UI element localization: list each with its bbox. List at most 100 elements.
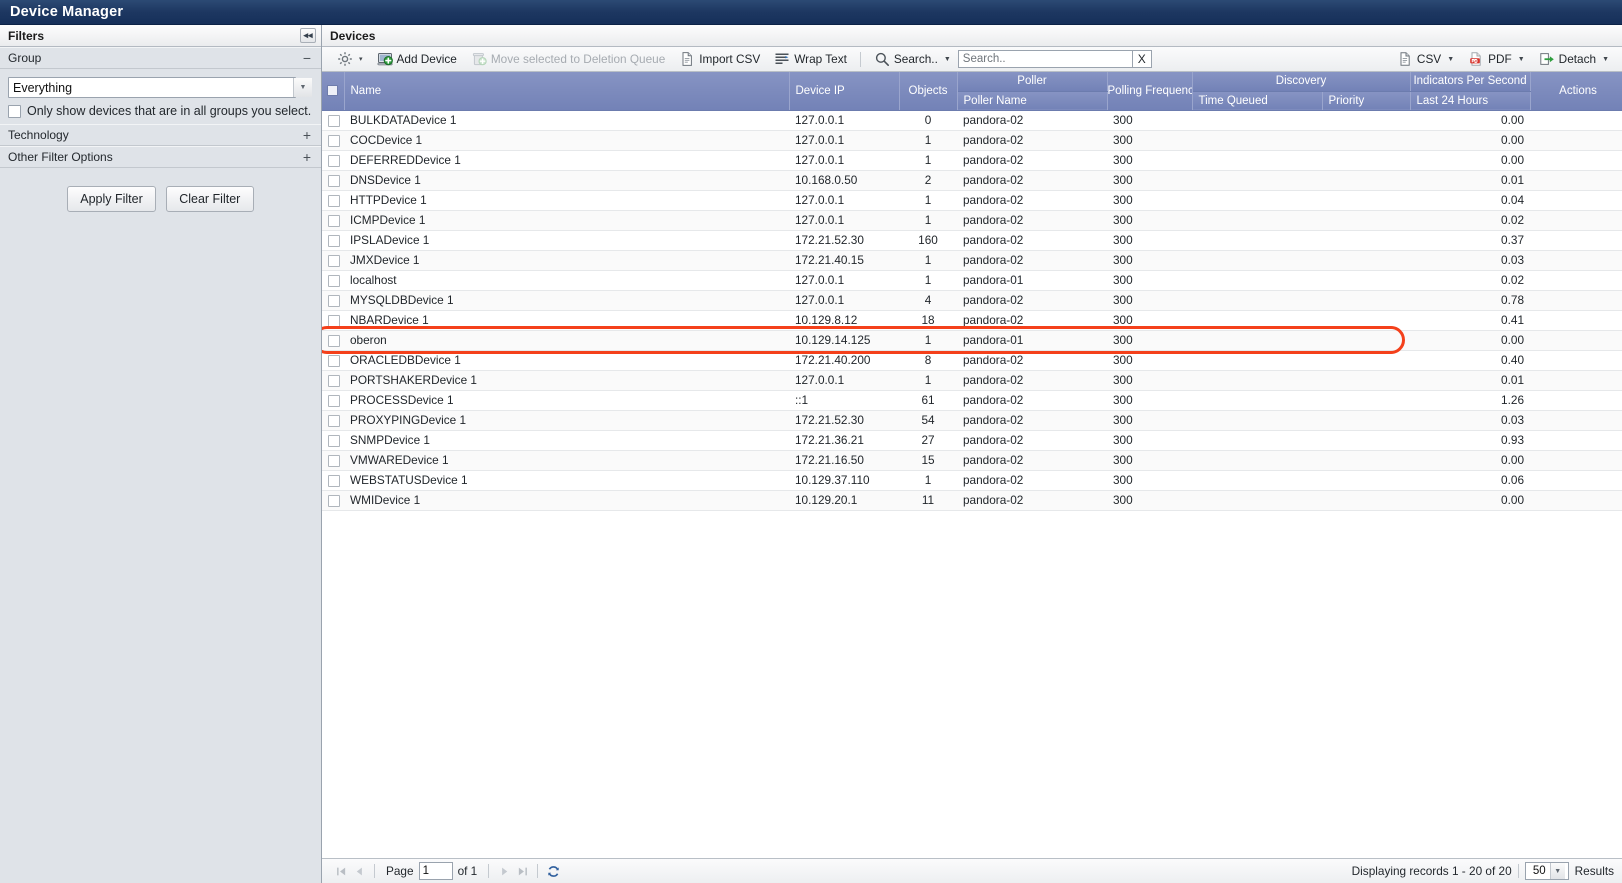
collapse-left-icon[interactable]: ◂◂ (300, 28, 316, 43)
table-row[interactable]: ORACLEDBDevice 1 172.21.40.200 8 pandora-02… (322, 350, 1622, 371)
table-row[interactable]: ICMPDevice 1 127.0.0.1 1 pandora-02 300 0.02 (322, 210, 1622, 231)
row-select-cell[interactable] (322, 170, 344, 191)
col-header-last-24-hours[interactable]: Last 24 Hours (1410, 91, 1531, 111)
row-checkbox[interactable] (328, 494, 340, 507)
table-row[interactable]: IPSLADevice 1 172.21.52.30 160 pandora-02 30… (322, 230, 1622, 251)
row-checkbox[interactable] (328, 134, 340, 147)
row-select-cell[interactable] (322, 330, 344, 351)
table-row[interactable]: MYSQLDBDevice 1 127.0.0.1 4 pandora-02 300 0.… (322, 290, 1622, 311)
row-select-cell[interactable] (322, 190, 344, 211)
row-checkbox[interactable] (328, 234, 340, 247)
first-page-button[interactable] (332, 862, 350, 880)
table-row[interactable]: NBARDevice 1 10.129.8.12 18 pandora-02 300 0.… (322, 310, 1622, 331)
table-row[interactable]: COCDevice 1 127.0.0.1 1 pandora-02 300 0.00 (322, 130, 1622, 151)
row-checkbox[interactable] (328, 414, 340, 427)
row-checkbox[interactable] (328, 254, 340, 267)
row-checkbox[interactable] (328, 314, 340, 327)
row-checkbox[interactable] (328, 154, 340, 167)
col-header-polling-frequency[interactable]: Polling Frequency (1107, 72, 1193, 111)
row-select-cell[interactable] (322, 450, 344, 471)
next-page-button[interactable] (495, 862, 513, 880)
row-select-cell[interactable] (322, 230, 344, 251)
plus-icon[interactable]: + (303, 150, 313, 164)
col-header-priority[interactable]: Priority (1322, 91, 1411, 111)
row-select-cell[interactable] (322, 490, 344, 511)
row-checkbox[interactable] (328, 394, 340, 407)
row-select-cell[interactable] (322, 130, 344, 151)
clear-filter-button[interactable]: Clear Filter (165, 186, 254, 212)
export-pdf-button[interactable]: PDF ▼ (1461, 49, 1532, 70)
row-checkbox[interactable] (328, 434, 340, 447)
page-number-input[interactable] (418, 862, 453, 880)
previous-page-button[interactable] (350, 862, 368, 880)
row-checkbox[interactable] (328, 274, 340, 287)
row-checkbox[interactable] (328, 334, 340, 347)
row-checkbox[interactable] (328, 474, 340, 487)
search-menu-button[interactable]: Search.. ▼ (867, 49, 958, 70)
plus-icon[interactable]: + (303, 128, 313, 142)
row-select-cell[interactable] (322, 110, 344, 131)
row-select-cell[interactable] (322, 250, 344, 271)
col-header-objects[interactable]: Objects (899, 72, 958, 111)
col-header-name[interactable]: Name (344, 72, 790, 111)
col-header-poller-name[interactable]: Poller Name (957, 91, 1108, 111)
detach-button[interactable]: Detach ▼ (1532, 49, 1616, 70)
only-all-groups-row[interactable]: Only show devices that are in all groups… (8, 104, 313, 118)
table-row[interactable]: WEBSTATUSDevice 1 10.129.37.110 1 pandora-0… (322, 470, 1622, 491)
results-per-page-select[interactable]: 50 ▼ (1524, 862, 1569, 880)
table-row[interactable]: HTTPDevice 1 127.0.0.1 1 pandora-02 300 0.04 (322, 190, 1622, 211)
row-checkbox[interactable] (328, 214, 340, 227)
add-device-button[interactable]: Add Device (370, 49, 464, 70)
row-select-cell[interactable] (322, 410, 344, 431)
row-checkbox[interactable] (328, 194, 340, 207)
table-row[interactable]: PROXYPINGDevice 1 172.21.52.30 54 pandora-0… (322, 410, 1622, 431)
row-checkbox[interactable] (328, 454, 340, 467)
row-checkbox[interactable] (328, 374, 340, 387)
table-row[interactable]: VMWAREDevice 1 172.21.16.50 15 pandora-02 30… (322, 450, 1622, 471)
export-csv-button[interactable]: CSV ▼ (1390, 49, 1461, 70)
wrap-text-button[interactable]: Wrap Text (767, 49, 854, 70)
row-checkbox[interactable] (328, 114, 340, 127)
refresh-icon[interactable] (544, 862, 562, 880)
table-row[interactable]: DEFERREDDevice 1 127.0.0.1 1 pandora-02 300 0… (322, 150, 1622, 171)
select-all-header[interactable] (322, 72, 345, 111)
table-row[interactable]: BULKDATADevice 1 127.0.0.1 0 pandora-02 300 0… (322, 110, 1622, 131)
table-row[interactable]: PORTSHAKERDevice 1 127.0.0.1 1 pandora-02 30… (322, 370, 1622, 391)
row-select-cell[interactable] (322, 270, 344, 291)
col-header-device-ip[interactable]: Device IP (789, 72, 900, 111)
row-checkbox[interactable] (328, 354, 340, 367)
chevron-down-icon[interactable]: ▼ (1549, 863, 1565, 879)
chevron-down-icon[interactable]: ▼ (293, 78, 312, 97)
row-select-cell[interactable] (322, 310, 344, 331)
col-header-time-queued[interactable]: Time Queued (1192, 91, 1323, 111)
group-select[interactable]: Everything ▼ (8, 77, 312, 98)
table-row[interactable]: JMXDevice 1 172.21.40.15 1 pandora-02 300 0.0… (322, 250, 1622, 271)
settings-menu-button[interactable]: ▾ (330, 49, 370, 70)
row-select-cell[interactable] (322, 430, 344, 451)
select-all-checkbox[interactable] (327, 85, 339, 97)
row-select-cell[interactable] (322, 210, 344, 231)
table-row[interactable]: localhost 127.0.0.1 1 pandora-01 300 0.02 (322, 270, 1622, 291)
row-checkbox[interactable] (328, 294, 340, 307)
minus-icon[interactable]: − (303, 51, 313, 65)
only-all-groups-checkbox[interactable] (8, 104, 21, 118)
table-row[interactable]: SNMPDevice 1 172.21.36.21 27 pandora-02 300 0… (322, 430, 1622, 451)
search-input[interactable] (957, 50, 1133, 68)
table-row[interactable]: WMIDevice 1 10.129.20.1 11 pandora-02 300 0.0… (322, 490, 1622, 511)
clear-search-button[interactable]: X (1132, 50, 1152, 68)
table-row[interactable]: PROCESSDevice 1::1 61 pandora-02 300 1.26 (322, 390, 1622, 411)
row-select-cell[interactable] (322, 390, 344, 411)
import-csv-button[interactable]: Import CSV (672, 49, 767, 70)
filter-section-technology[interactable]: Technology + (0, 124, 321, 146)
row-checkbox[interactable] (328, 174, 340, 187)
move-to-deletion-queue-button[interactable]: Move selected to Deletion Queue (464, 49, 672, 70)
filter-section-group[interactable]: Group − (0, 47, 321, 69)
filter-section-other-options[interactable]: Other Filter Options + (0, 146, 321, 168)
apply-filter-button[interactable]: Apply Filter (67, 186, 156, 212)
table-row[interactable]: DNSDevice 1 10.168.0.50 2 pandora-02 300 0.01 (322, 170, 1622, 191)
last-page-button[interactable] (513, 862, 531, 880)
row-select-cell[interactable] (322, 350, 344, 371)
row-select-cell[interactable] (322, 150, 344, 171)
row-select-cell[interactable] (322, 470, 344, 491)
table-row[interactable]: oberon 10.129.14.125 1 pandora-01 300 0.00 (322, 330, 1622, 351)
